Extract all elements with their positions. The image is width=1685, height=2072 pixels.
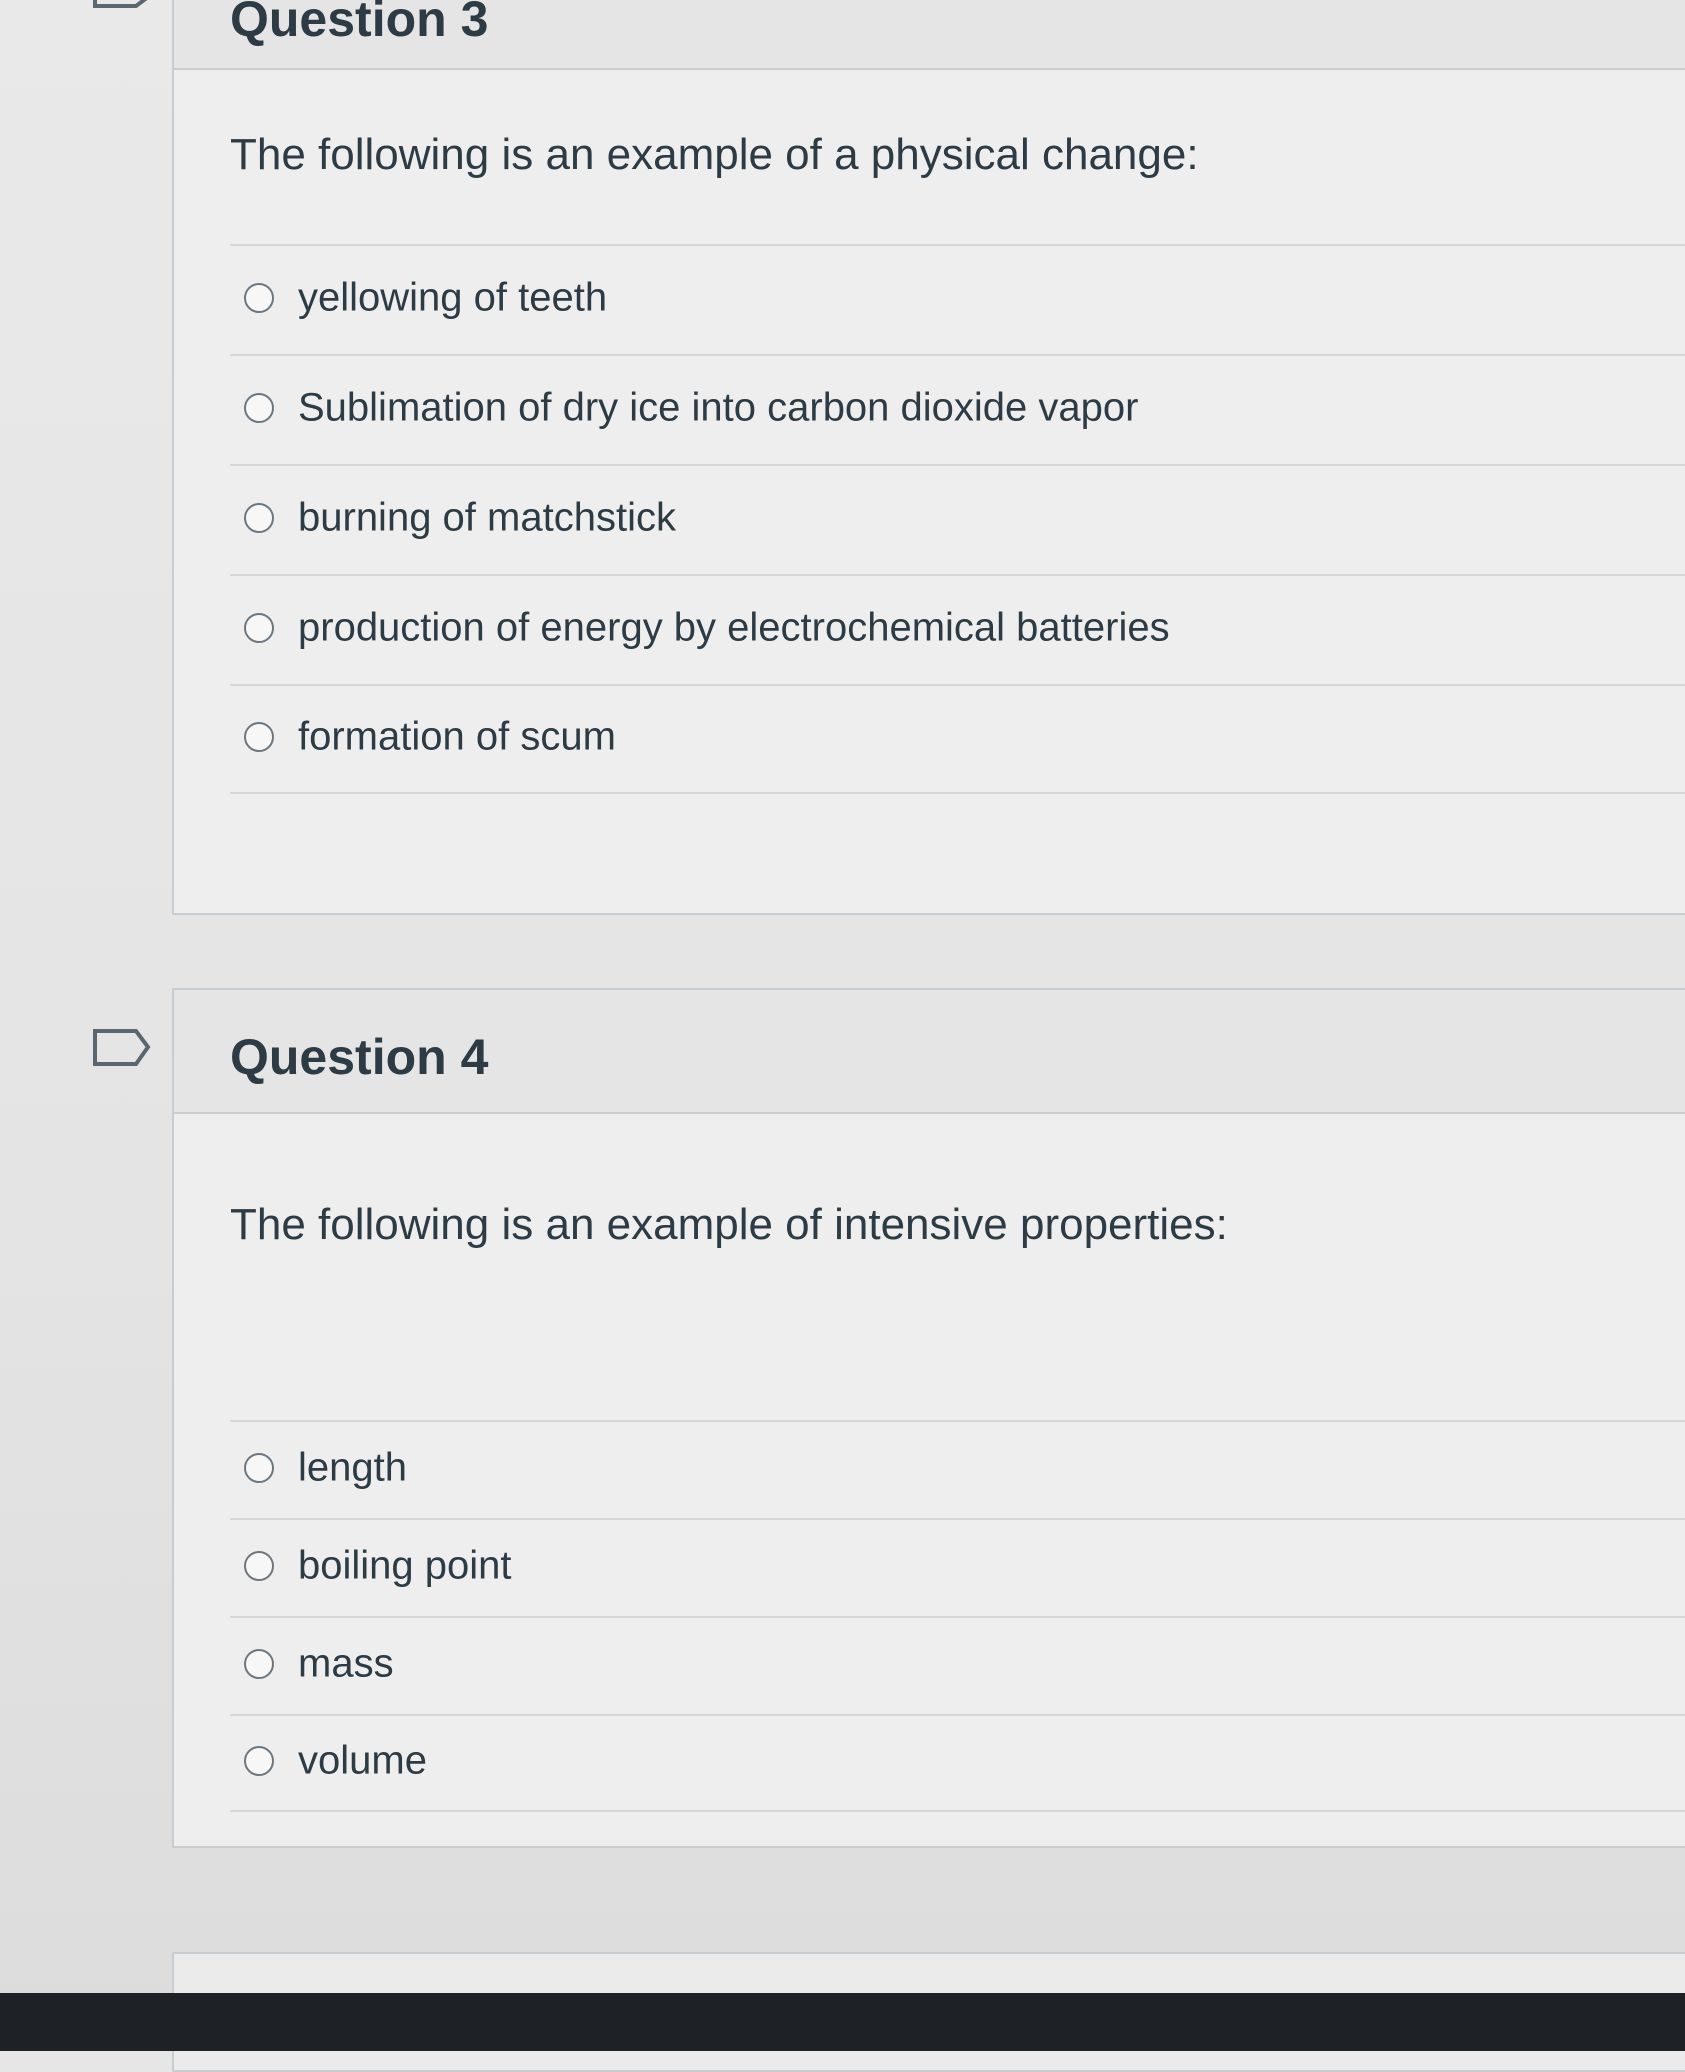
quiz-page: Question 3 The following is an example o… [0, 0, 1685, 2072]
answer-label[interactable]: length [298, 1446, 407, 1491]
answer-list: length boiling point mass volume [230, 1420, 1685, 1812]
answer-option[interactable]: burning of matchstick [230, 464, 1685, 574]
radio-icon[interactable] [244, 1551, 274, 1581]
answer-label[interactable]: burning of matchstick [298, 496, 676, 541]
answer-option[interactable]: formation of scum [230, 684, 1685, 794]
radio-icon[interactable] [244, 283, 274, 313]
answer-label[interactable]: formation of scum [298, 715, 616, 760]
radio-icon[interactable] [244, 613, 274, 643]
question-card: Question 4 The following is an example o… [172, 988, 1685, 1848]
answer-label[interactable]: mass [298, 1642, 394, 1687]
radio-icon[interactable] [244, 722, 274, 752]
radio-icon[interactable] [244, 1746, 274, 1776]
answer-option[interactable]: mass [230, 1616, 1685, 1714]
screen-bezel [0, 1993, 1685, 2051]
answer-option[interactable]: yellowing of teeth [230, 244, 1685, 354]
answer-label[interactable]: yellowing of teeth [298, 276, 607, 321]
radio-icon[interactable] [244, 1453, 274, 1483]
question-card: Question 3 The following is an example o… [172, 0, 1685, 915]
answer-label[interactable]: production of energy by electrochemical … [298, 606, 1170, 651]
question-prompt: The following is an example of a physica… [230, 130, 1199, 179]
answer-option[interactable]: length [230, 1420, 1685, 1518]
flag-question-icon[interactable] [92, 0, 148, 18]
radio-icon[interactable] [244, 503, 274, 533]
radio-icon[interactable] [244, 1649, 274, 1679]
answer-label[interactable]: Sublimation of dry ice into carbon dioxi… [298, 386, 1138, 431]
radio-icon[interactable] [244, 393, 274, 423]
question-prompt: The following is an example of intensive… [230, 1200, 1228, 1249]
answer-option[interactable]: production of energy by electrochemical … [230, 574, 1685, 684]
question-title: Question 3 [230, 0, 489, 47]
answer-label[interactable]: boiling point [298, 1544, 512, 1589]
question-header: Question 3 [174, 0, 1685, 70]
flag-question-icon[interactable] [92, 1028, 151, 1066]
answer-label[interactable]: volume [298, 1739, 427, 1784]
answer-option[interactable]: Sublimation of dry ice into carbon dioxi… [230, 354, 1685, 464]
answer-list: yellowing of teeth Sublimation of dry ic… [230, 244, 1685, 794]
answer-option[interactable]: volume [230, 1714, 1685, 1812]
question-title: Question 4 [230, 1029, 489, 1085]
question-header: Question 4 [174, 990, 1685, 1114]
answer-option[interactable]: boiling point [230, 1518, 1685, 1616]
